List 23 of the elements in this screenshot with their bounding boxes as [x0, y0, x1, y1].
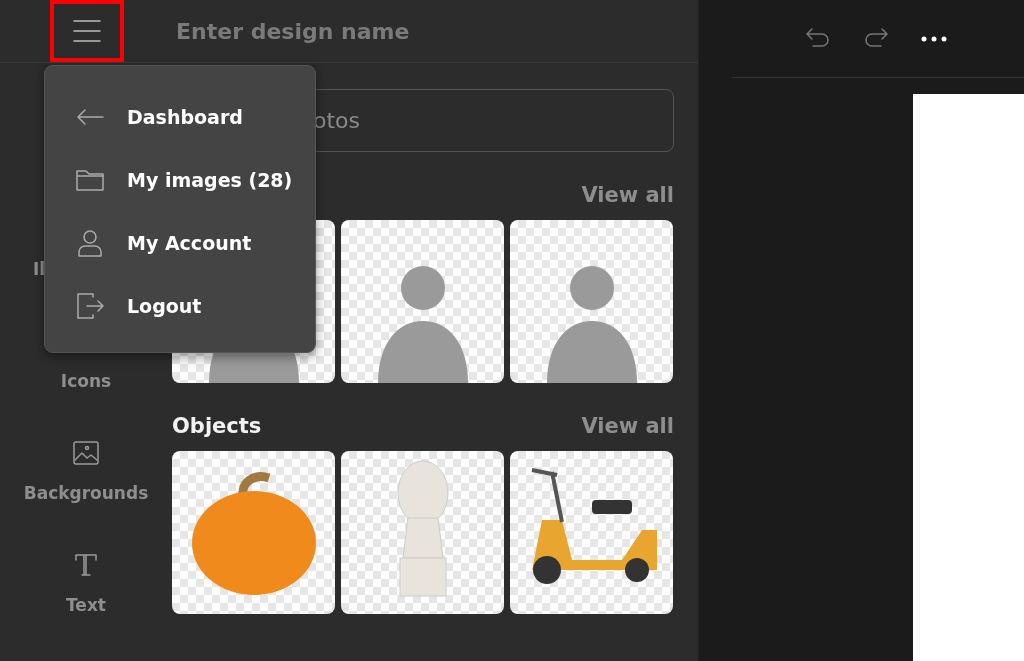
image-tile[interactable] [172, 451, 335, 614]
more-button[interactable] [920, 34, 948, 43]
logout-icon [75, 290, 105, 321]
menu-item[interactable]: My Account [45, 211, 315, 274]
image-tile[interactable] [510, 220, 673, 383]
sidebar-label[interactable]: Il [33, 259, 46, 279]
sidebar-label[interactable]: Backgrounds [23, 483, 149, 503]
image-icon [72, 439, 100, 467]
image-tile[interactable] [510, 451, 673, 614]
image-tile[interactable] [341, 451, 504, 614]
section-title: Objects [172, 414, 262, 438]
sidebar-label[interactable]: Icons [60, 371, 112, 391]
sidebar-label[interactable]: Text [66, 595, 106, 615]
menu-icon [73, 19, 101, 43]
user-icon [75, 227, 105, 258]
menu-button[interactable] [50, 0, 124, 62]
view-all-link[interactable]: View all [581, 183, 674, 207]
image-tile[interactable] [341, 220, 504, 383]
more-icon [920, 34, 948, 43]
menu-item[interactable]: Logout [45, 274, 315, 337]
view-all-link[interactable]: View all [581, 414, 674, 438]
design-name-field[interactable]: Enter design name [174, 17, 578, 45]
text-icon [72, 551, 100, 579]
